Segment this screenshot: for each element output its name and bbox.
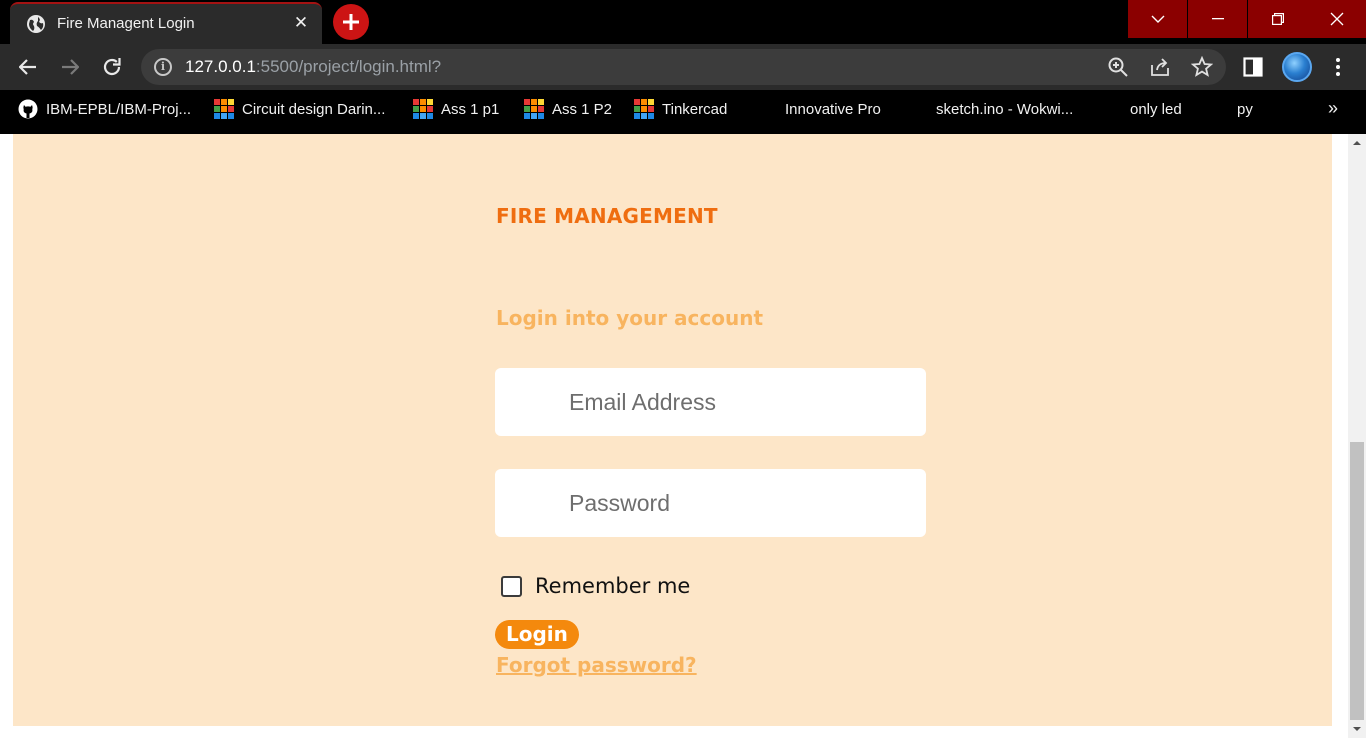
bookmark-label: Circuit design Darin... [242,100,386,118]
site-info-icon[interactable]: i [154,58,172,76]
reload-button[interactable] [97,52,127,82]
login-subtitle: Login into your account [496,306,764,330]
tab-strip: Fire Managent Login ✕ [0,0,1366,44]
url-path: :5500/project/login.html? [255,57,442,76]
restore-icon [1271,13,1284,25]
address-bar[interactable]: i 127.0.0.1:5500/project/login.html? [141,49,1226,85]
bookmark-item[interactable]: only led [1130,90,1182,128]
tinkercad-icon [634,99,654,119]
password-field[interactable] [495,469,926,537]
url-host: 127.0.0.1 [185,57,256,76]
bookmark-item[interactable]: Innovative Pro [785,90,881,128]
forward-button[interactable] [55,52,85,82]
tinkercad-icon [214,99,234,119]
page-viewport: FIRE MANAGEMENT Login into your account … [0,134,1348,738]
kebab-menu-icon[interactable] [1327,56,1349,78]
bookmark-label: IBM-EPBL/IBM-Proj... [46,100,192,118]
bookmark-label: Ass 1 p1 [441,100,500,118]
profile-avatar[interactable] [1282,52,1312,82]
window-close-button[interactable] [1307,0,1366,38]
minimize-button[interactable] [1188,0,1247,38]
forgot-password-link[interactable]: Forgot password? [496,653,697,677]
bookmark-label: Innovative Pro [785,100,881,118]
restore-button[interactable] [1248,0,1307,38]
github-icon [18,99,38,119]
globe-icon [27,15,45,33]
tinkercad-icon [524,99,544,119]
arrow-right-icon [62,59,79,75]
browser-tab[interactable]: Fire Managent Login ✕ [10,2,322,44]
back-button[interactable] [13,52,43,82]
scroll-down-icon[interactable] [1348,720,1366,738]
remember-me[interactable]: Remember me [501,574,690,598]
bookmark-item[interactable]: Tinkercad [634,90,727,128]
bookmark-item[interactable]: sketch.ino - Wokwi... [936,90,1073,128]
reload-icon [103,58,121,76]
email-field[interactable] [495,368,926,436]
brand-title: FIRE MANAGEMENT [496,204,718,228]
arrow-left-icon [19,59,36,75]
browser-toolbar: i 127.0.0.1:5500/project/login.html? [0,44,1366,90]
chevron-down-icon [1151,15,1164,23]
tab-search-button[interactable] [1128,0,1187,38]
scroll-thumb[interactable] [1350,442,1364,720]
bookmarks-bar: IBM-EPBL/IBM-Proj... Circuit design Dari… [0,90,1366,134]
star-icon[interactable] [1191,56,1213,78]
tinkercad-icon [413,99,433,119]
bookmarks-overflow-button[interactable]: » [1328,98,1338,119]
bookmark-item[interactable]: Ass 1 P2 [524,90,612,128]
close-icon [1330,12,1343,26]
remember-label: Remember me [535,574,691,598]
bookmark-label: sketch.ino - Wokwi... [936,100,1074,118]
bookmark-label: Tinkercad [662,100,728,118]
bookmark-item[interactable]: Ass 1 p1 [413,90,499,128]
tab-close-icon[interactable]: ✕ [291,13,311,33]
bookmark-label: only led [1130,100,1182,118]
bookmark-item[interactable]: Circuit design Darin... [214,90,385,128]
side-panel-icon[interactable] [1243,57,1263,77]
bookmark-item[interactable]: IBM-EPBL/IBM-Proj... [18,90,191,128]
share-icon[interactable] [1149,56,1171,78]
bookmark-label: py [1237,100,1253,118]
bookmark-item[interactable]: py [1237,90,1253,128]
bookmark-label: Ass 1 P2 [552,100,613,118]
minimize-icon [1211,18,1224,20]
scroll-up-icon[interactable] [1348,134,1366,152]
tab-title: Fire Managent Login [57,15,195,32]
url-text[interactable]: 127.0.0.1:5500/project/login.html? [185,57,441,77]
vertical-scrollbar[interactable] [1348,134,1366,738]
new-tab-button[interactable] [333,4,369,40]
login-page: FIRE MANAGEMENT Login into your account … [13,134,1332,726]
login-button[interactable]: Login [495,620,579,649]
zoom-icon[interactable] [1107,56,1129,78]
remember-checkbox[interactable] [501,575,522,597]
